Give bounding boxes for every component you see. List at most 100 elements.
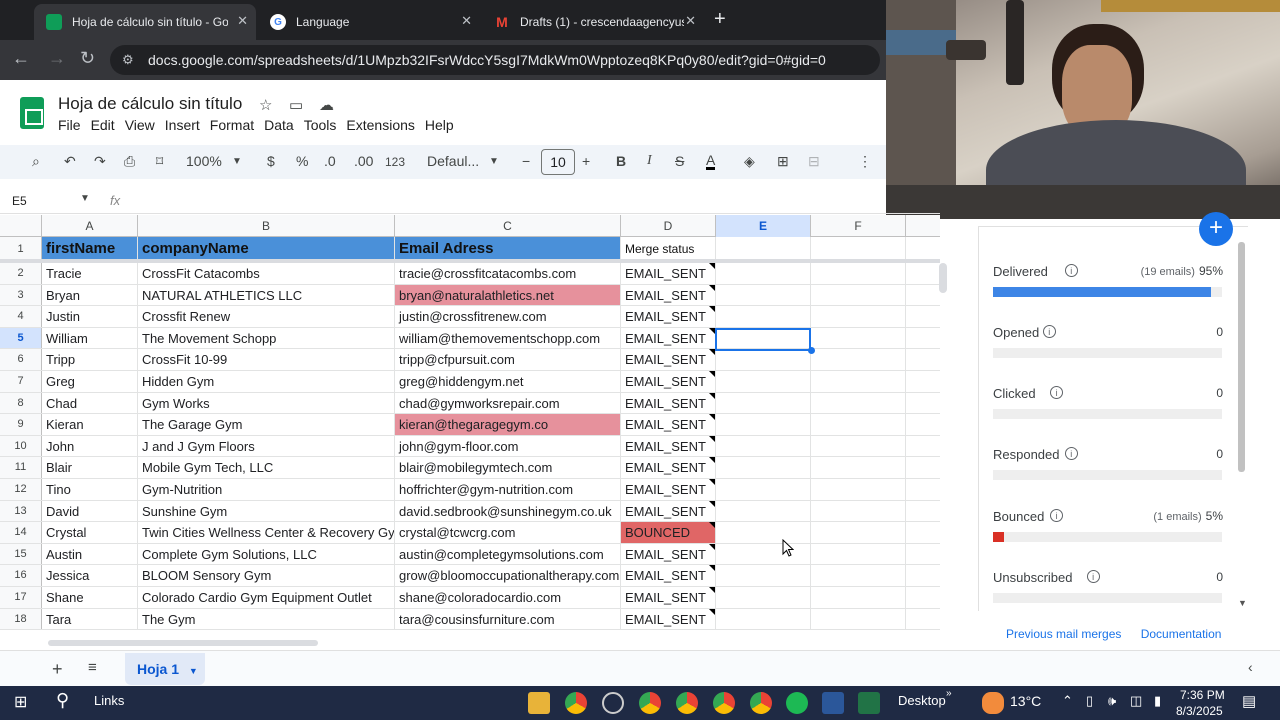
cell-first-name[interactable]: William bbox=[42, 327, 138, 349]
menu-edit[interactable]: Edit bbox=[91, 117, 123, 133]
app-icon[interactable] bbox=[602, 692, 624, 714]
cell-merge-status[interactable]: EMAIL_SENT bbox=[621, 608, 716, 630]
all-sheets-icon[interactable]: ≡ bbox=[88, 659, 97, 676]
info-icon[interactable]: i bbox=[1064, 264, 1078, 277]
site-settings-icon[interactable]: ⚙ bbox=[122, 52, 134, 68]
cell-merge-status[interactable]: EMAIL_SENT bbox=[621, 565, 716, 586]
row-number[interactable]: 12 bbox=[0, 479, 42, 500]
cell-email[interactable]: grow@bloomoccupationaltherapy.com bbox=[395, 565, 621, 586]
row-number[interactable]: 17 bbox=[0, 587, 42, 608]
documentation-link[interactable]: Documentation bbox=[1141, 627, 1222, 641]
menu-tools[interactable]: Tools bbox=[304, 117, 345, 133]
merge-cells-icon[interactable]: ⊟ bbox=[808, 153, 820, 170]
chevron-down-icon[interactable]: ▼ bbox=[489, 156, 499, 167]
cell[interactable] bbox=[811, 263, 906, 284]
cell-merge-status[interactable]: EMAIL_SENT bbox=[621, 392, 716, 414]
cell-company-name[interactable]: Gym Works bbox=[138, 392, 395, 414]
cell[interactable] bbox=[811, 435, 906, 457]
header-cell-merge-status[interactable]: Merge status bbox=[621, 237, 716, 260]
cell-first-name[interactable]: Tara bbox=[42, 608, 138, 630]
bold-button[interactable]: B bbox=[616, 153, 626, 169]
cell[interactable] bbox=[811, 414, 906, 435]
text-color-button[interactable]: A bbox=[706, 153, 716, 170]
cell-first-name[interactable]: Blair bbox=[42, 457, 138, 478]
cell-company-name[interactable]: CrossFit Catacombs bbox=[138, 263, 395, 284]
cell[interactable] bbox=[811, 522, 906, 543]
header-cell-email[interactable]: Email Adress bbox=[395, 237, 621, 260]
info-icon[interactable]: i bbox=[1086, 570, 1100, 583]
cell[interactable] bbox=[811, 371, 906, 392]
cell-email[interactable]: shane@coloradocardio.com bbox=[395, 587, 621, 608]
cell-company-name[interactable]: The Gym bbox=[138, 608, 395, 630]
windows-start-icon[interactable]: ⊞ bbox=[14, 692, 27, 712]
row-number[interactable]: 8 bbox=[0, 392, 42, 414]
desktop-toolbar[interactable]: Desktop bbox=[898, 693, 946, 708]
chevron-down-icon[interactable]: ▼ bbox=[189, 666, 198, 676]
redo-icon[interactable]: ↷ bbox=[94, 153, 106, 170]
close-tab-icon[interactable]: ✕ bbox=[685, 13, 696, 29]
cell-company-name[interactable]: BLOOM Sensory Gym bbox=[138, 565, 395, 586]
cell[interactable] bbox=[811, 500, 906, 522]
menu-format[interactable]: Format bbox=[210, 117, 262, 133]
cell-merge-status[interactable]: EMAIL_SENT bbox=[621, 284, 716, 306]
cell-email[interactable]: tara@cousinsfurniture.com bbox=[395, 608, 621, 630]
search-menus-icon[interactable]: ⌕ bbox=[32, 153, 40, 170]
cell-company-name[interactable]: Twin Cities Wellness Center & Recovery G… bbox=[138, 522, 395, 543]
cell-first-name[interactable]: John bbox=[42, 435, 138, 457]
decrease-font-icon[interactable]: − bbox=[522, 153, 530, 169]
strikethrough-icon[interactable]: S bbox=[675, 153, 684, 169]
more-options-icon[interactable]: ⋮ bbox=[858, 153, 872, 170]
chevron-down-icon[interactable]: ▼ bbox=[232, 156, 242, 167]
number-format-button[interactable]: 123 bbox=[385, 155, 405, 169]
column-header-c[interactable]: C bbox=[395, 215, 621, 237]
cell-company-name[interactable]: Complete Gym Solutions, LLC bbox=[138, 543, 395, 565]
volume-icon[interactable]: 🕪 bbox=[1108, 693, 1116, 709]
cell-merge-status[interactable]: EMAIL_SENT bbox=[621, 414, 716, 435]
cell[interactable] bbox=[716, 371, 811, 392]
row-number[interactable]: 18 bbox=[0, 608, 42, 630]
info-icon[interactable]: i bbox=[1050, 386, 1064, 399]
cell-email[interactable]: kieran@thegaragegym.co bbox=[395, 414, 621, 435]
column-header-f[interactable]: F bbox=[811, 215, 906, 237]
network-icon[interactable]: ◫ bbox=[1130, 693, 1142, 709]
menu-view[interactable]: View bbox=[125, 117, 163, 133]
row-number[interactable]: 9 bbox=[0, 414, 42, 435]
cell-email[interactable]: chad@gymworksrepair.com bbox=[395, 392, 621, 414]
cell-email[interactable]: bryan@naturalathletics.net bbox=[395, 284, 621, 306]
clock-date[interactable]: 8/3/2025 bbox=[1176, 704, 1223, 718]
url-field[interactable]: ⚙ docs.google.com/spreadsheets/d/1UMpzb3… bbox=[110, 45, 880, 75]
info-icon[interactable]: i bbox=[1064, 447, 1078, 460]
cell[interactable] bbox=[811, 587, 906, 608]
sheet-tab-hoja-1[interactable]: Hoja 1 ▼ bbox=[125, 653, 205, 685]
cell-merge-status[interactable]: EMAIL_SENT bbox=[621, 479, 716, 500]
menu-insert[interactable]: Insert bbox=[165, 117, 208, 133]
cell[interactable] bbox=[716, 237, 811, 260]
clock-time[interactable]: 7:36 PM bbox=[1180, 688, 1225, 702]
document-title[interactable]: Hoja de cálculo sin título bbox=[58, 94, 242, 114]
forward-icon[interactable]: → bbox=[48, 48, 66, 69]
cell-first-name[interactable]: Crystal bbox=[42, 522, 138, 543]
cell[interactable] bbox=[811, 237, 906, 260]
cell[interactable] bbox=[811, 392, 906, 414]
cell-first-name[interactable]: Tracie bbox=[42, 263, 138, 284]
cell-merge-status[interactable]: EMAIL_SENT bbox=[621, 306, 716, 327]
column-header-a[interactable]: A bbox=[42, 215, 138, 237]
panel-scrollbar[interactable] bbox=[1238, 242, 1245, 472]
increase-font-icon[interactable]: + bbox=[582, 153, 590, 169]
zoom-select[interactable]: 100% bbox=[186, 153, 222, 169]
info-icon[interactable]: i bbox=[1050, 509, 1064, 522]
cell[interactable] bbox=[811, 284, 906, 306]
column-header-b[interactable]: B bbox=[138, 215, 395, 237]
close-tab-icon[interactable]: ✕ bbox=[461, 13, 472, 29]
row-number[interactable]: 4 bbox=[0, 306, 42, 327]
header-cell-company[interactable]: companyName bbox=[138, 237, 395, 260]
toolbar-overflow-icon[interactable]: » bbox=[946, 688, 952, 699]
star-icon[interactable]: ☆ bbox=[259, 96, 272, 114]
chrome-profile-icon[interactable] bbox=[750, 692, 772, 714]
chrome-profile-icon[interactable] bbox=[713, 692, 735, 714]
cell-company-name[interactable]: Hidden Gym bbox=[138, 371, 395, 392]
selected-cell-e5[interactable] bbox=[715, 328, 811, 351]
italic-button[interactable]: I bbox=[647, 153, 652, 169]
header-cell-firstname[interactable]: firstName bbox=[42, 237, 138, 260]
cell-company-name[interactable]: Mobile Gym Tech, LLC bbox=[138, 457, 395, 478]
